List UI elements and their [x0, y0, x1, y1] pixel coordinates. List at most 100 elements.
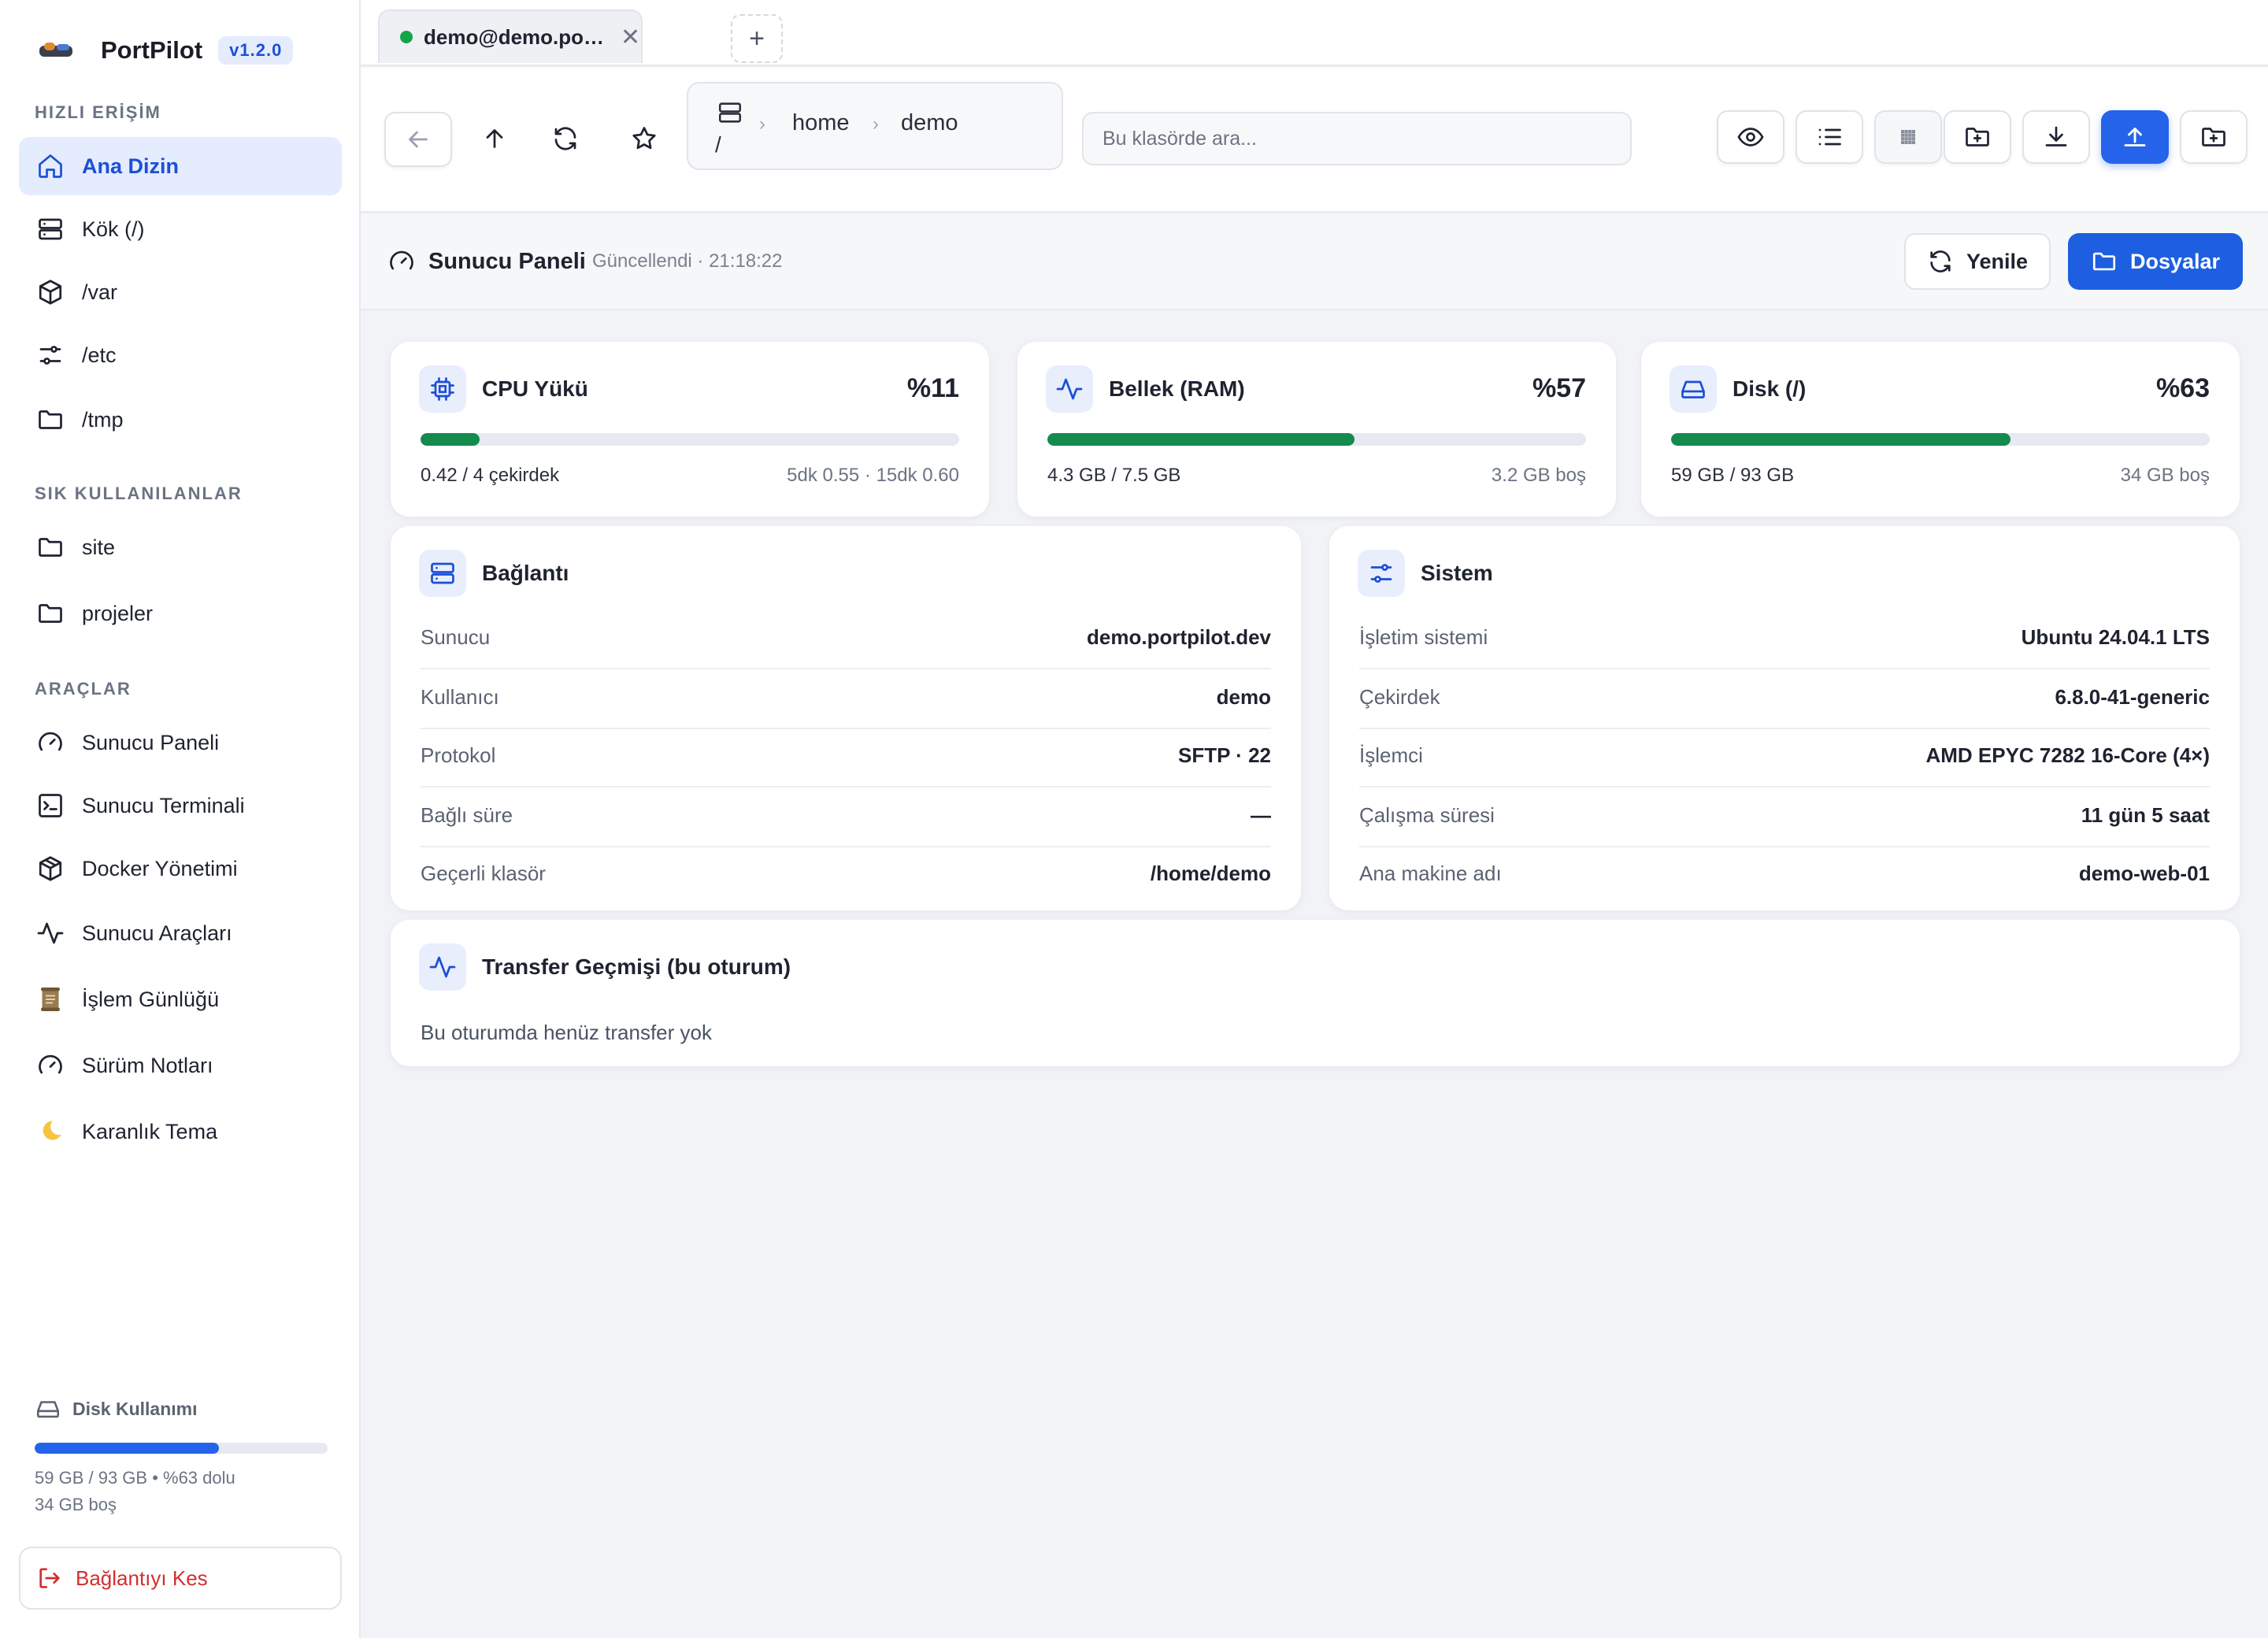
cpu-card: CPU Yükü %11 0.42 / 4 çekirdek 5dk 0.55 … — [391, 342, 989, 517]
disk-card: Disk (/) %63 59 GB / 93 GB 34 GB boş — [1641, 342, 2240, 517]
kv-key: Bağlı süre — [421, 803, 513, 827]
activity-icon — [37, 922, 64, 944]
sidebar-item-dark-theme[interactable]: Karanlık Tema — [19, 1102, 342, 1161]
search-input[interactable]: Bu klasörde ara... — [1082, 112, 1632, 165]
activity-icon — [1056, 378, 1083, 400]
breadcrumb-root[interactable] — [717, 99, 743, 130]
disconnect-button[interactable]: Bağlantıyı Kes — [19, 1547, 342, 1610]
refresh-icon — [554, 127, 576, 150]
sidebar-item-label: /var — [82, 280, 118, 304]
kv-row: Sunucu demo.portpilot.dev — [421, 610, 1271, 669]
ram-progress-fill — [1047, 433, 1354, 446]
sidebar-item-root[interactable]: Kök (/) — [19, 200, 342, 258]
upload-icon — [2124, 128, 2146, 146]
kv-row: Protokol SFTP · 22 — [421, 728, 1271, 788]
kv-key: Çalışma süresi — [1359, 803, 1495, 827]
back-button[interactable] — [384, 112, 452, 167]
upload-button[interactable] — [2101, 110, 2169, 164]
sidebar-item-tmp[interactable]: /tmp — [19, 391, 342, 449]
ram-card: Bellek (RAM) %57 4.3 GB / 7.5 GB 3.2 GB … — [1017, 342, 1616, 517]
server-icon — [718, 102, 742, 123]
app-name: PortPilot — [101, 36, 203, 64]
close-icon[interactable]: ✕ — [621, 24, 640, 51]
cpu-load-avg: 5dk 0.55 · 15dk 0.60 — [787, 465, 959, 486]
session-tab[interactable]: demo@demo.portpilot.dev ✕ — [378, 9, 643, 63]
download-button[interactable] — [2022, 110, 2090, 164]
new-tab-button[interactable]: + — [731, 14, 783, 63]
sliders-icon — [1370, 564, 1392, 583]
folder-icon — [39, 410, 62, 429]
sidebar-item-var[interactable]: /var — [19, 263, 342, 321]
logout-icon — [39, 1568, 60, 1588]
sidebar-item-site[interactable]: site — [19, 518, 342, 576]
refresh-panel-button[interactable]: Yenile — [1904, 233, 2051, 290]
bookmark-button[interactable] — [613, 112, 676, 165]
kv-key: Çekirdek — [1359, 685, 1440, 709]
sidebar-item-docker[interactable]: Docker Yönetimi — [19, 839, 342, 898]
tab-strip: demo@demo.portpilot.dev ✕ + — [361, 0, 2268, 66]
sidebar-item-label: /etc — [82, 343, 117, 367]
grid-view-button[interactable] — [1874, 110, 1942, 164]
terminal-icon — [39, 794, 62, 817]
toggle-hidden-button[interactable] — [1717, 110, 1784, 164]
sidebar-item-label: Ana Dizin — [82, 154, 180, 178]
disk-usage-fill — [35, 1443, 220, 1454]
server-icon — [431, 562, 454, 584]
kv-value: demo.portpilot.dev — [1087, 625, 1271, 649]
kv-key: Kullanıcı — [421, 685, 499, 709]
sidebar-item-server-panel[interactable]: Sunucu Paneli — [19, 713, 342, 772]
upload-folder-button[interactable] — [2180, 110, 2248, 164]
breadcrumb-segment[interactable]: demo — [901, 110, 958, 136]
files-button[interactable]: Dosyalar — [2068, 233, 2243, 290]
sidebar-item-release-notes[interactable]: Sürüm Notları — [19, 1036, 342, 1095]
sidebar-item-label: Sunucu Paneli — [82, 730, 220, 754]
kv-row: İşlemci AMD EPYC 7282 16-Core (4×) — [1359, 728, 2210, 788]
cpu-progress-fill — [421, 433, 480, 446]
toolbar: / › home › demo Bu klasörde ara... — [361, 68, 2268, 213]
kv-value: AMD EPYC 7282 16-Core (4×) — [1925, 743, 2210, 767]
chevron-right-icon: › — [873, 113, 879, 135]
sidebar-item-label: site — [82, 535, 116, 559]
kv-row: Kullanıcı demo — [421, 669, 1271, 729]
cpu-load: 0.42 / 4 çekirdek — [421, 465, 560, 486]
scroll-icon — [41, 988, 60, 1011]
sidebar: PortPilot v1.2.0 HIZLI ERİŞİM Ana Dizin … — [0, 0, 361, 1638]
server-icon — [39, 218, 62, 240]
disk-usage-summary: 59 GB / 93 GB • %63 dolu — [35, 1468, 235, 1488]
folder-icon — [2092, 252, 2116, 271]
ram-progress — [1047, 433, 1586, 446]
chevron-right-icon: › — [759, 113, 765, 135]
sidebar-item-projeler[interactable]: projeler — [19, 584, 342, 643]
folder-plus-icon — [2202, 128, 2225, 146]
sidebar-item-etc[interactable]: /etc — [19, 326, 342, 384]
new-folder-button[interactable] — [1944, 110, 2011, 164]
kv-value: /home/demo — [1150, 862, 1271, 885]
refresh-button[interactable] — [534, 112, 597, 165]
list-icon — [1818, 128, 1841, 146]
sidebar-item-server-tools[interactable]: Sunucu Araçları — [19, 904, 342, 962]
ram-value: %57 — [1532, 373, 1586, 403]
sidebar-item-terminal[interactable]: Sunucu Terminali — [19, 776, 342, 835]
breadcrumb-segment[interactable]: home — [792, 110, 850, 136]
sidebar-item-log[interactable]: İşlem Günlüğü — [19, 970, 342, 1028]
moon-icon — [43, 1121, 61, 1140]
home-icon — [39, 154, 62, 178]
sidebar-item-label: Kök (/) — [82, 217, 145, 241]
disk-free: 34 GB boş — [2120, 465, 2210, 486]
kv-key: Sunucu — [421, 625, 491, 649]
download-icon — [2045, 126, 2067, 146]
gauge-icon — [390, 250, 413, 270]
breadcrumb-root-label[interactable]: / — [715, 132, 721, 158]
disk-progress — [1671, 433, 2210, 446]
kv-value: 6.8.0-41-generic — [2055, 685, 2210, 709]
kv-value: demo — [1216, 685, 1271, 709]
kv-key: İşletim sistemi — [1359, 625, 1488, 649]
hard-drive-icon — [36, 1401, 60, 1418]
eye-icon — [1737, 128, 1764, 146]
kv-row: Çekirdek 6.8.0-41-generic — [1359, 669, 2210, 729]
list-view-button[interactable] — [1796, 110, 1863, 164]
gauge-icon — [39, 732, 62, 751]
kv-value: SFTP · 22 — [1177, 743, 1271, 767]
up-button[interactable] — [463, 112, 526, 165]
sidebar-item-home[interactable]: Ana Dizin — [19, 137, 342, 195]
